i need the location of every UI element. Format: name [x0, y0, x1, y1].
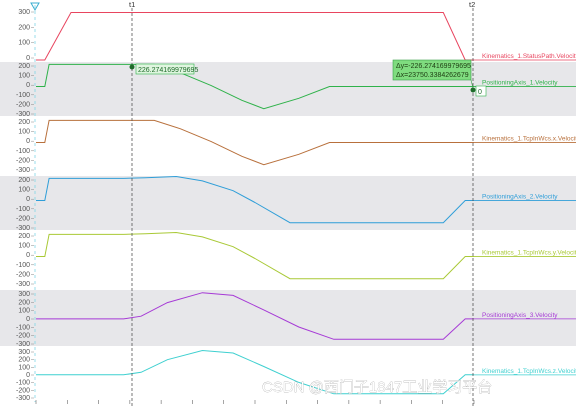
y-tick-label: 200: [18, 24, 30, 31]
y-tick-label: -300: [16, 167, 30, 174]
y-tick-label: 0: [26, 138, 30, 145]
y-tick-label: 300: [18, 291, 30, 298]
trace-name-label: Kinematics_1.TcpInWcs.z.Velocity: [482, 368, 576, 375]
y-tick-label: 100: [18, 308, 30, 315]
y-tick-label: 100: [18, 129, 30, 136]
series-line[interactable]: [36, 12, 474, 61]
cursor-value-label: 226.274169979695: [138, 67, 198, 74]
y-tick-label: 300: [18, 349, 30, 356]
cursor-t1-label: t1: [129, 0, 135, 9]
cursor-t2-point[interactable]: [470, 87, 476, 93]
trace-name-label: PositioningAxis_1.Velocity: [482, 80, 558, 87]
y-tick-label: 0: [26, 55, 30, 62]
y-tick-label: 300: [18, 9, 30, 16]
y-tick-label: -100: [16, 262, 30, 269]
trace-name-label: Kinematics_1.StatusPath.Velocity: [482, 53, 576, 60]
trace-name-label: Kinematics_1.TcpInWcs.x.Velocity: [482, 136, 576, 143]
y-tick-label: -300: [16, 111, 30, 118]
y-tick-label: -100: [16, 324, 30, 331]
trace-viewer: 300 200 100 0 200 100 0 -100 -200 -300 200 100 0 -100…: [0, 0, 576, 406]
y-tick-label: -200: [16, 387, 30, 394]
trace-name-label: PositioningAxis_2.Velocity: [482, 194, 558, 201]
y-tick-label: 100: [18, 73, 30, 80]
y-tick-label: -200: [16, 215, 30, 222]
y-tick-label: -200: [16, 271, 30, 278]
y-tick-label: -200: [16, 333, 30, 340]
y-tick-label: 200: [18, 119, 30, 126]
y-tick-label: 100: [18, 187, 30, 194]
y-tick-label: 200: [18, 357, 30, 364]
y-tick-label: 0: [26, 372, 30, 379]
y-tick-label: 100: [18, 243, 30, 250]
y-tick-label: -100: [16, 206, 30, 213]
watermark: CSDN @西门子1847工业学习平台: [262, 379, 492, 396]
series-line[interactable]: [36, 119, 474, 166]
y-tick-label: 0: [26, 196, 30, 203]
y-tick-label: 100: [18, 40, 30, 47]
y-tick-label: -300: [16, 341, 30, 348]
cursor-callout-dy: Δy=-226.274169979695: [396, 63, 471, 70]
plot-bands: [0, 62, 576, 346]
y-tick-label: 0: [26, 252, 30, 259]
cursor-callout-dx: Δx=23750.3384262679: [396, 72, 469, 79]
y-tick-label: 200: [18, 63, 30, 70]
y-tick-label: -300: [16, 225, 30, 232]
y-tick-label: -100: [16, 148, 30, 155]
cursor-end-label: 0: [478, 89, 482, 96]
y-tick-label: 0: [26, 82, 30, 89]
y-tick-label: -300: [16, 395, 30, 402]
y-tick-label: -200: [16, 101, 30, 108]
y-tick-label: -100: [16, 380, 30, 387]
trace-chart[interactable]: 30020010002001000-100-200-3002001000-100…: [0, 0, 576, 406]
y-tick-label: -100: [16, 92, 30, 99]
trace-name-label: Kinematics_1.TcpInWcs.y.Velocity: [482, 250, 576, 257]
y-tick-label: 200: [18, 233, 30, 240]
y-tick-label: -300: [16, 281, 30, 288]
cursor-t1-point[interactable]: [129, 64, 135, 70]
series-line[interactable]: [36, 231, 474, 280]
x-axis-ticks: [35, 400, 475, 404]
y-tick-label: 200: [18, 177, 30, 184]
cursor-t2-label: t2: [469, 0, 475, 9]
y-tick-label: 100: [18, 364, 30, 371]
y-tick-label: 200: [18, 299, 30, 306]
y-tick-label: 0: [26, 316, 30, 323]
panel-band: [0, 62, 576, 116]
trace-name-label: PositioningAxis_3.Velocity: [482, 312, 558, 319]
y-tick-label: -200: [16, 157, 30, 164]
